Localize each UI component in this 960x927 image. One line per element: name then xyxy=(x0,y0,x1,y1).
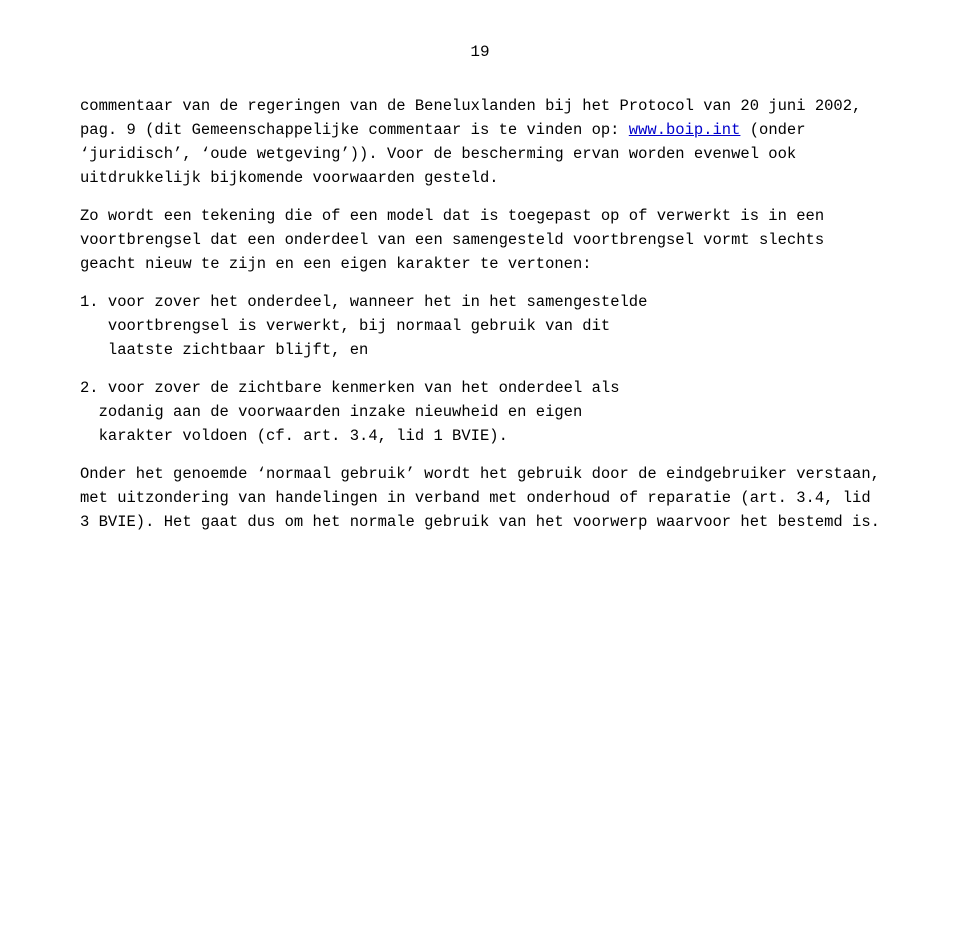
boip-link[interactable]: www.boip.int xyxy=(629,121,741,139)
paragraph-3: Onder het genoemde ‘normaal gebruik’ wor… xyxy=(80,462,880,534)
list-item-1-content: voor zover het onderdeel, wanneer het in… xyxy=(80,293,647,359)
list-item-2-number: 2. xyxy=(80,379,108,397)
page-container: 19 commentaar van de regeringen van de B… xyxy=(0,0,960,927)
paragraph-2: Zo wordt een tekening die of een model d… xyxy=(80,204,880,276)
list-item-2-content: voor zover de zichtbare kenmerken van he… xyxy=(80,379,620,445)
list-item-1-number: 1. xyxy=(80,293,108,311)
page-number: 19 xyxy=(80,40,880,64)
list-item-1: 1. voor zover het onderdeel, wanneer het… xyxy=(80,290,880,362)
paragraph-2-text: Zo wordt een tekening die of een model d… xyxy=(80,207,824,273)
main-content: commentaar van de regeringen van de Bene… xyxy=(80,94,880,534)
paragraph-1: commentaar van de regeringen van de Bene… xyxy=(80,94,880,190)
list-item-2: 2. voor zover de zichtbare kenmerken van… xyxy=(80,376,880,448)
page-number-text: 19 xyxy=(470,43,489,61)
paragraph-3-text: Onder het genoemde ‘normaal gebruik’ wor… xyxy=(80,465,880,531)
